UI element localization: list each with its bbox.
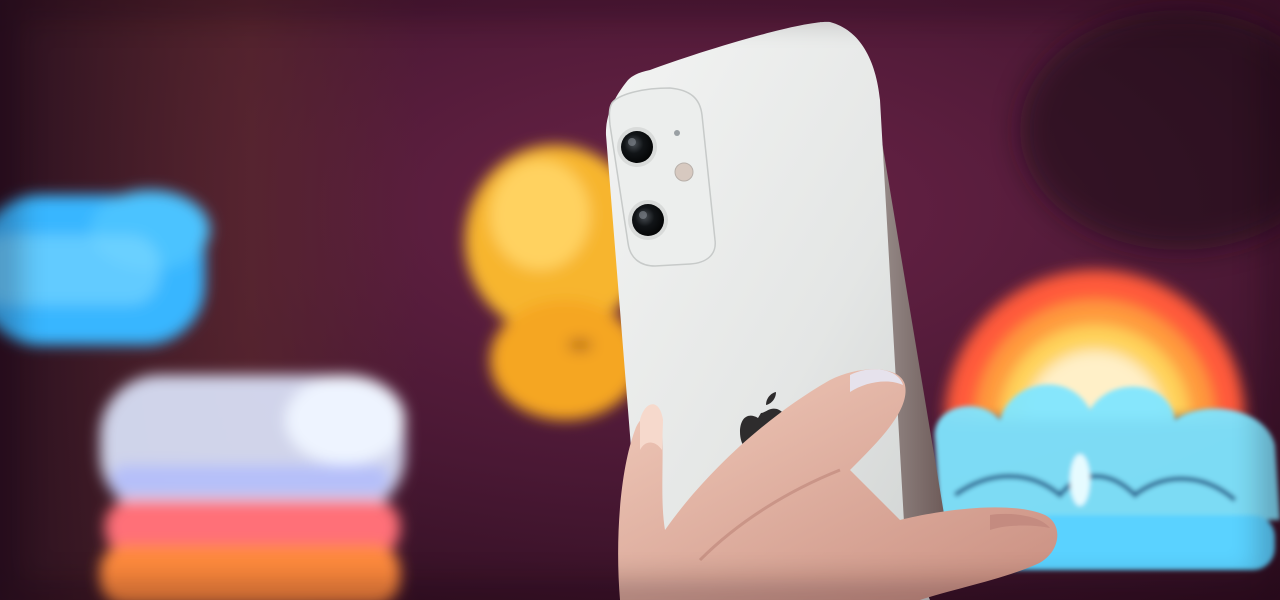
- camera-flash: [674, 162, 694, 182]
- blue-neon-light: [0, 190, 210, 345]
- camera-lens-top: [617, 127, 657, 167]
- photo-scene: [0, 0, 1280, 600]
- microphone-dot: [674, 130, 680, 136]
- photo-illustration: [0, 0, 1280, 600]
- rainbow-neon-light-left: [100, 375, 405, 600]
- camera-lens-bottom: [628, 200, 668, 240]
